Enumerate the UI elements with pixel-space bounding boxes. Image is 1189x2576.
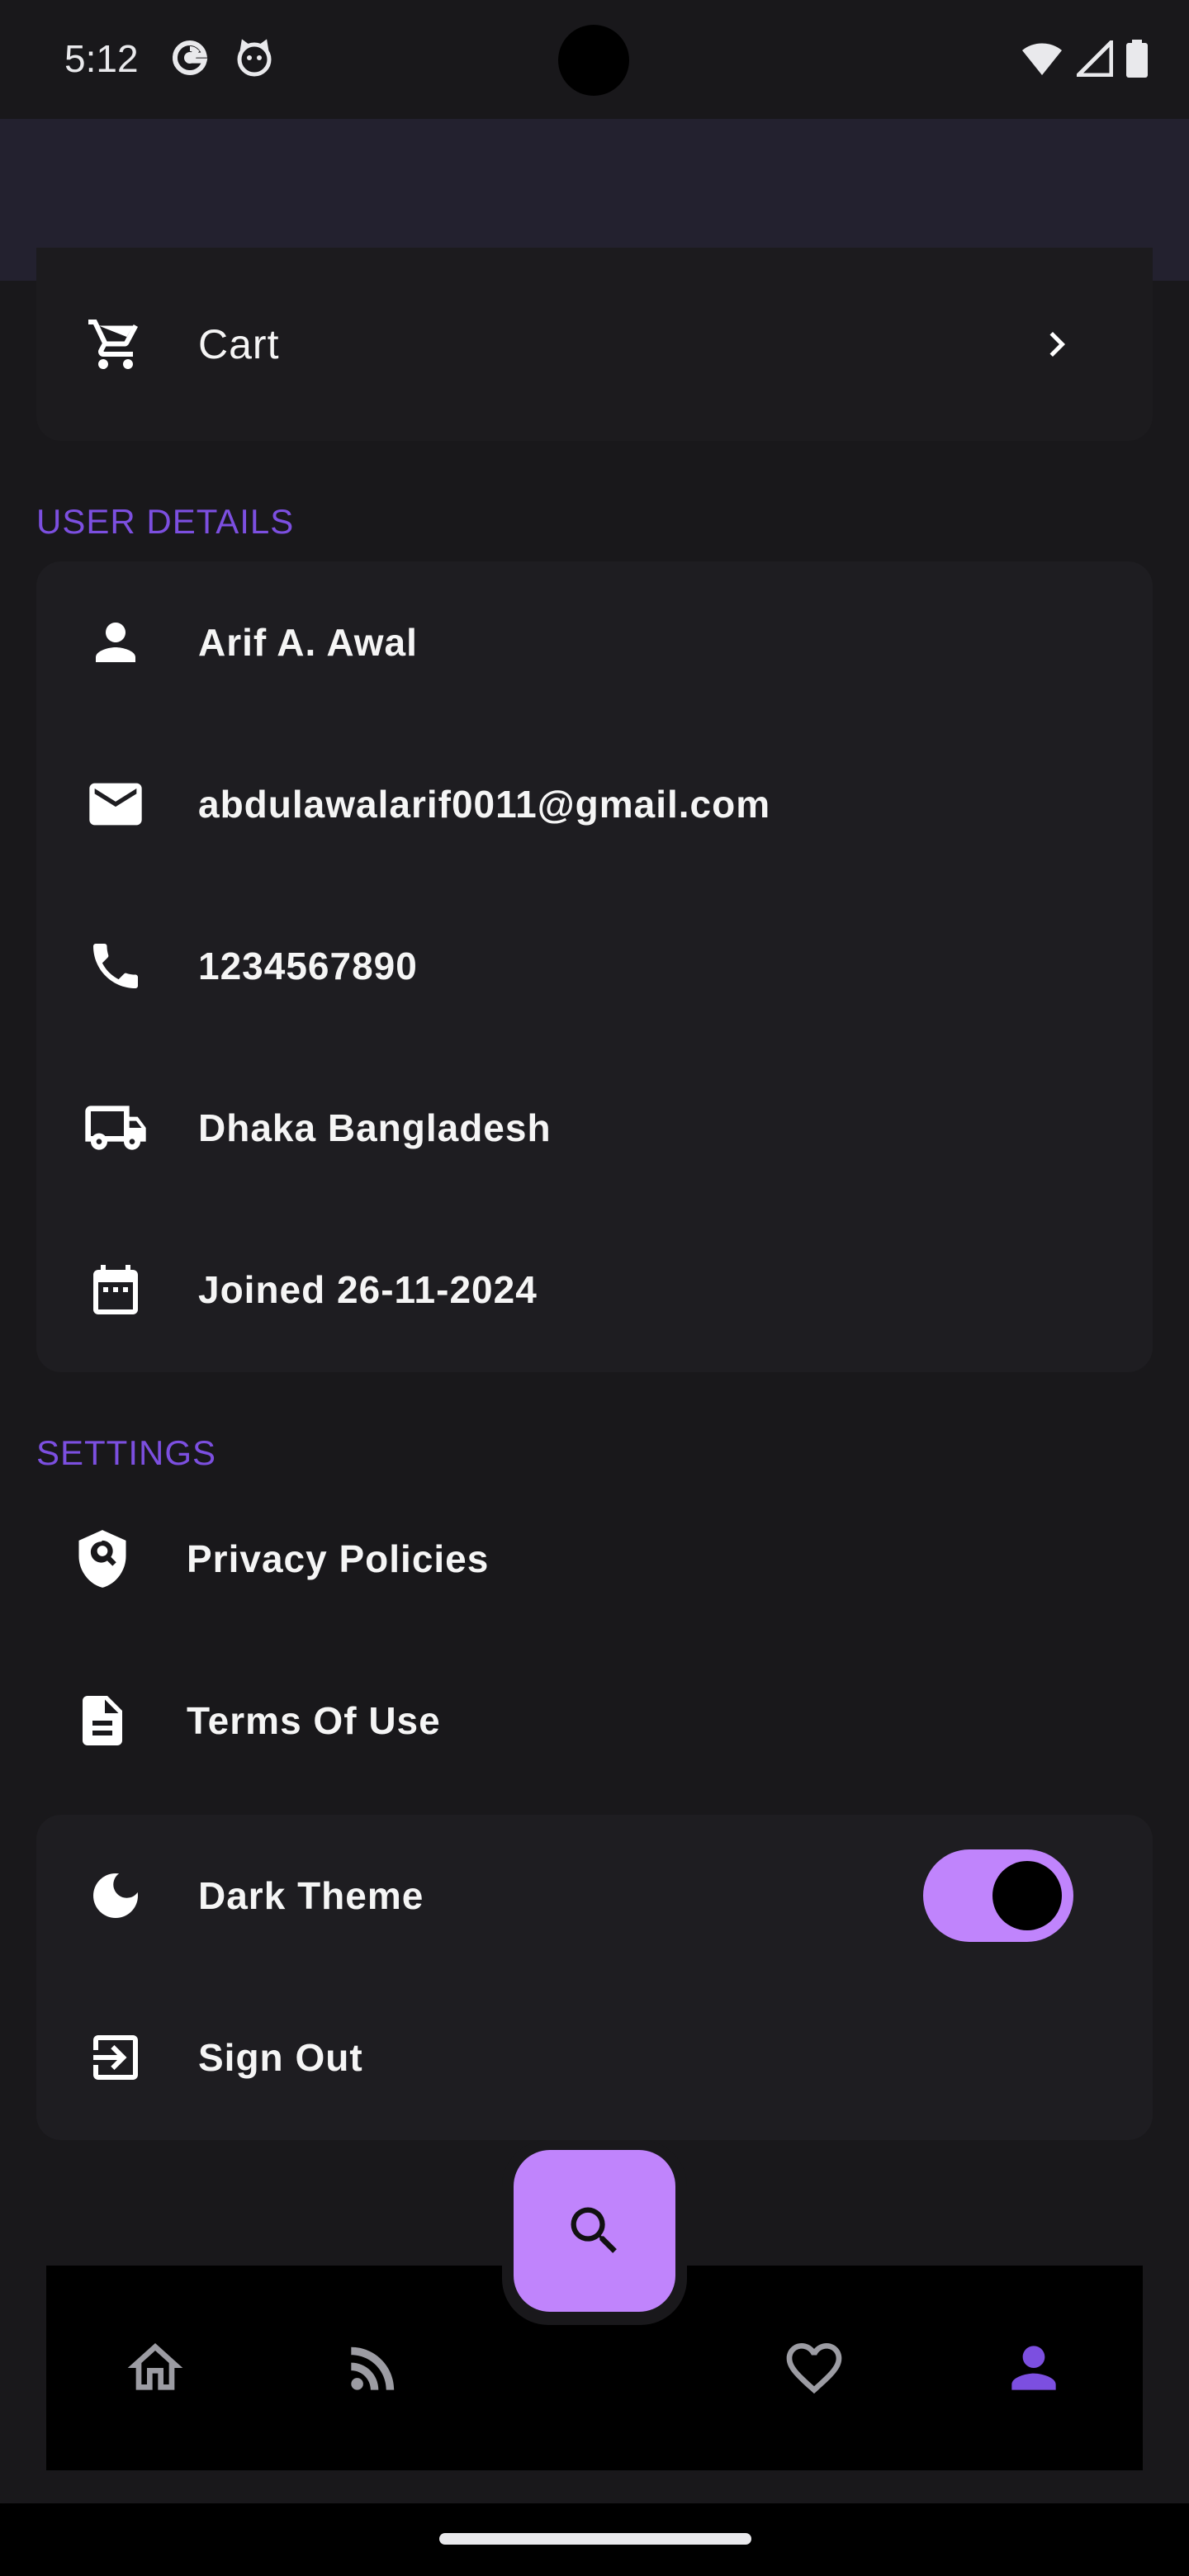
profile-icon bbox=[1011, 2346, 1056, 2390]
person-icon bbox=[83, 609, 149, 675]
moon-icon bbox=[83, 1863, 149, 1929]
user-address: Dhaka Bangladesh bbox=[198, 1106, 552, 1149]
signal-icon bbox=[1077, 40, 1113, 77]
cat-notification-icon bbox=[237, 39, 272, 77]
sign-out-icon bbox=[83, 2024, 149, 2091]
user-email-row: abdulawalarif0011@gmail.com bbox=[36, 723, 1153, 885]
user-joined-row: Joined 26-11-2024 bbox=[36, 1209, 1153, 1371]
nav-feed[interactable] bbox=[324, 2318, 423, 2417]
user-phone: 1234567890 bbox=[198, 945, 418, 987]
email-icon bbox=[83, 771, 149, 837]
nav-home[interactable] bbox=[106, 2318, 205, 2417]
privacy-policies-row[interactable]: Privacy Policies bbox=[0, 1493, 1189, 1625]
cart-row[interactable]: Cart bbox=[36, 248, 1153, 441]
sign-out-row[interactable]: Sign Out bbox=[36, 1977, 1153, 2138]
cart-card[interactable]: Cart bbox=[36, 248, 1153, 441]
user-joined-date: Joined 26-11-2024 bbox=[198, 1268, 538, 1311]
google-icon bbox=[172, 40, 208, 75]
user-name: Arif A. Awal bbox=[198, 621, 418, 664]
chevron-right-icon bbox=[1049, 332, 1065, 357]
calendar-icon bbox=[83, 1257, 149, 1323]
battery-icon bbox=[1126, 40, 1148, 78]
camera-cutout bbox=[558, 25, 629, 96]
privacy-policies-label: Privacy Policies bbox=[187, 1537, 490, 1580]
user-details-card: Arif A. Awal abdulawalarif0011@gmail.com… bbox=[36, 561, 1153, 1372]
favorite-icon bbox=[786, 2343, 842, 2394]
phone-icon bbox=[83, 933, 149, 999]
status-icons bbox=[1021, 40, 1148, 78]
user-details-title: USER DETAILS bbox=[36, 502, 295, 541]
toggle-knob bbox=[992, 1861, 1062, 1930]
terms-of-use-label: Terms Of Use bbox=[187, 1699, 441, 1742]
home-icon bbox=[127, 2343, 183, 2390]
dark-theme-toggle[interactable] bbox=[923, 1849, 1073, 1942]
status-time: 5:12 bbox=[64, 37, 139, 80]
theme-signout-card: Dark Theme Sign Out bbox=[36, 1815, 1153, 2140]
user-name-row: Arif A. Awal bbox=[36, 561, 1153, 723]
nav-profile[interactable] bbox=[984, 2318, 1083, 2417]
status-bar: 5:12 bbox=[0, 0, 1189, 119]
wifi-icon bbox=[1022, 43, 1062, 75]
truck-icon bbox=[83, 1095, 149, 1161]
settings-title: SETTINGS bbox=[36, 1433, 217, 1472]
terms-of-use-row[interactable]: Terms Of Use bbox=[0, 1655, 1189, 1787]
nav-favorites[interactable] bbox=[765, 2318, 864, 2417]
feed-icon bbox=[351, 2346, 395, 2390]
home-indicator[interactable] bbox=[439, 2533, 751, 2545]
cart-icon bbox=[83, 311, 149, 377]
privacy-shield-icon bbox=[69, 1526, 135, 1592]
cart-label: Cart bbox=[198, 321, 280, 367]
user-email: abdulawalarif0011@gmail.com bbox=[198, 783, 771, 826]
dark-theme-row[interactable]: Dark Theme bbox=[36, 1815, 1153, 1977]
document-icon bbox=[69, 1688, 135, 1754]
user-phone-row: 1234567890 bbox=[36, 885, 1153, 1047]
user-address-row: Dhaka Bangladesh bbox=[36, 1047, 1153, 1209]
search-fab-button[interactable] bbox=[514, 2150, 675, 2312]
dark-theme-label: Dark Theme bbox=[198, 1874, 424, 1917]
search-icon bbox=[571, 2207, 617, 2253]
sign-out-label: Sign Out bbox=[198, 2036, 363, 2079]
